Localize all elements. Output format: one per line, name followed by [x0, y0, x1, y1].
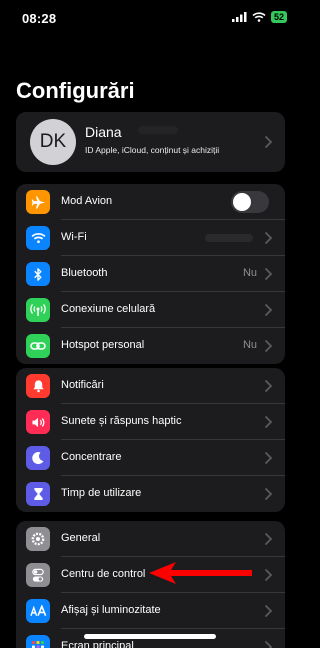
row-value: Nu — [242, 339, 257, 351]
row-airplane-mode: Mod Avion — [16, 184, 285, 220]
status-time: 08:28 — [22, 11, 57, 26]
row-label: Sunete și răspuns haptic — [61, 415, 182, 427]
airplane-icon — [26, 190, 50, 214]
row-focus[interactable]: Concentrare — [16, 440, 285, 476]
status-icons: 52 — [231, 11, 287, 23]
cellular-signal-icon — [231, 12, 247, 22]
battery-badge: 52 — [270, 11, 287, 23]
row-wifi[interactable]: Wi-Fi — [16, 220, 285, 256]
airplane-mode-toggle[interactable] — [231, 191, 269, 213]
wifi-status-icon — [252, 12, 266, 22]
connectivity-group: Mod Avion Wi-Fi Bluetooth Nu Conexiune c… — [16, 184, 285, 364]
row-label: Mod Avion — [61, 195, 113, 207]
annotation-arrow-icon — [149, 562, 252, 584]
row-cellular[interactable]: Conexiune celulară — [16, 292, 285, 328]
row-label: Afișaj și luminozitate — [61, 604, 161, 616]
row-label: Bluetooth — [61, 267, 108, 279]
apple-id-card[interactable]: DK Diana ID Apple, iCloud, conținut și a… — [16, 112, 285, 172]
home-grid-icon — [26, 635, 50, 648]
row-screen-time[interactable]: Timp de utilizare — [16, 476, 285, 512]
row-label: Hotspot personal — [61, 339, 145, 351]
status-bar: 08:28 52 — [0, 0, 299, 40]
moon-icon — [26, 446, 50, 470]
row-display-brightness[interactable]: Afișaj și luminozitate — [16, 593, 285, 629]
speaker-icon — [26, 410, 50, 434]
hotspot-icon — [26, 334, 50, 358]
toggle-knob — [233, 193, 251, 211]
chevron-right-icon — [265, 452, 273, 464]
chevron-right-icon — [265, 488, 273, 500]
chevron-right-icon — [265, 340, 273, 352]
text-size-icon — [26, 599, 50, 623]
blurred-surname — [138, 126, 178, 134]
chevron-right-icon — [265, 380, 273, 392]
gear-icon — [26, 527, 50, 551]
blurred-network-name — [205, 234, 253, 242]
row-label: Conexiune celulară — [61, 303, 156, 315]
chevron-right-icon — [265, 232, 273, 244]
avatar: DK — [30, 119, 76, 165]
chevron-right-icon — [265, 416, 273, 428]
row-label: General — [61, 532, 101, 544]
wifi-icon — [26, 226, 50, 250]
row-label: Notificări — [61, 379, 104, 391]
bluetooth-icon — [26, 262, 50, 286]
row-notifications[interactable]: Notificări — [16, 368, 285, 404]
chevron-right-icon — [265, 304, 273, 316]
notifications-group: Notificări Sunete și răspuns haptic Conc… — [16, 368, 285, 512]
row-value: Nu — [242, 267, 257, 279]
profile-name: Diana — [85, 124, 122, 140]
row-general[interactable]: General — [16, 521, 285, 557]
toggles-icon — [26, 563, 50, 587]
home-indicator[interactable] — [84, 634, 216, 639]
chevron-right-icon — [265, 569, 273, 581]
chevron-right-icon — [265, 641, 273, 648]
row-bluetooth[interactable]: Bluetooth Nu — [16, 256, 285, 292]
row-label: Concentrare — [61, 451, 122, 463]
chevron-right-icon — [265, 533, 273, 545]
chevron-right-icon — [265, 605, 273, 617]
chevron-right-icon — [265, 268, 273, 280]
row-sounds-haptics[interactable]: Sunete și răspuns haptic — [16, 404, 285, 440]
bell-icon — [26, 374, 50, 398]
chevron-right-icon — [265, 136, 273, 148]
row-label: Ecran principal — [61, 640, 134, 648]
row-label: Timp de utilizare — [61, 487, 142, 499]
row-label: Centru de control — [61, 568, 146, 580]
profile-subtitle: ID Apple, iCloud, conținut și achiziții — [85, 145, 220, 155]
row-hotspot[interactable]: Hotspot personal Nu — [16, 328, 285, 364]
row-label: Wi-Fi — [61, 231, 87, 243]
hourglass-icon — [26, 482, 50, 506]
page-title: Configurări — [16, 78, 135, 103]
antenna-icon — [26, 298, 50, 322]
